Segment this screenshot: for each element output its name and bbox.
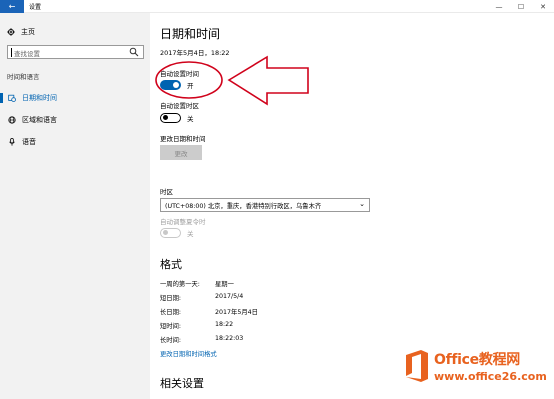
sidebar-item-label: 语音 <box>22 138 36 146</box>
format-row: 一周的第一天: 星期一 <box>160 279 234 288</box>
sidebar: 主页 查找设置 时间和语言 日期和时间 区域和语言 语音 <box>0 13 150 399</box>
timezone-value: (UTC+08:00) 北京，重庆，香港特别行政区，乌鲁木齐 <box>165 203 322 210</box>
format-key: 长日期: <box>160 309 182 316</box>
related-settings-title: 相关设置 <box>160 377 204 390</box>
format-key: 一周的第一天: <box>160 281 200 288</box>
search-icon <box>129 47 139 57</box>
page-title: 日期和时间 <box>160 27 221 41</box>
sidebar-item-date-time[interactable]: 日期和时间 <box>0 91 150 105</box>
close-icon: ✕ <box>540 2 546 11</box>
format-value: 18:22:03 <box>215 335 244 342</box>
microphone-icon <box>9 138 15 146</box>
dst-state: 关 <box>187 230 194 238</box>
format-key: 短时间: <box>160 323 182 330</box>
auto-timezone-label: 自动设置时区 <box>160 102 199 110</box>
calendar-clock-icon <box>8 94 16 102</box>
auto-timezone-state: 关 <box>187 115 194 123</box>
sidebar-item-speech[interactable]: 语音 <box>0 135 150 149</box>
title-bar: ← 设置 — ☐ ✕ <box>0 0 554 13</box>
timezone-dropdown[interactable]: (UTC+08:00) 北京，重庆，香港特别行政区，乌鲁木齐 ⌄ <box>160 198 370 212</box>
auto-timezone-row: 关 <box>160 113 194 123</box>
office-logo-icon <box>406 350 428 382</box>
dst-toggle[interactable] <box>160 228 181 238</box>
format-value: 2017年5月4日 <box>215 309 258 316</box>
format-row: 短时间: 18:22 <box>160 321 233 330</box>
toggle-knob <box>173 82 179 88</box>
maximize-icon: ☐ <box>517 2 525 11</box>
format-row: 短日期: 2017/5/4 <box>160 293 243 302</box>
format-value: 星期一 <box>215 281 234 288</box>
text-caret <box>11 48 12 57</box>
auto-time-label: 自动设置时间 <box>160 70 199 78</box>
search-input[interactable]: 查找设置 <box>7 45 144 59</box>
home-nav-item[interactable]: 主页 <box>7 27 35 37</box>
auto-time-toggle[interactable] <box>160 80 181 90</box>
format-value: 18:22 <box>215 321 234 328</box>
back-arrow-icon: ← <box>8 2 16 11</box>
globe-icon <box>8 116 16 124</box>
toggle-knob <box>162 115 168 120</box>
close-button[interactable]: ✕ <box>532 0 554 13</box>
change-format-link[interactable]: 更改日期和时间格式 <box>160 349 217 358</box>
minimize-icon: — <box>495 2 503 11</box>
gear-icon <box>7 28 15 36</box>
change-button[interactable]: 更改 <box>160 145 202 160</box>
watermark-brand: Office教程网 <box>434 352 520 368</box>
watermark: Office教程网 www.office26.com <box>404 347 554 397</box>
format-key: 长时间: <box>160 337 182 344</box>
maximize-button[interactable]: ☐ <box>510 0 532 13</box>
timezone-label: 时区 <box>160 188 173 196</box>
search-placeholder: 查找设置 <box>14 50 40 58</box>
format-row: 长时间: 18:22:03 <box>160 335 243 344</box>
chevron-down-icon: ⌄ <box>359 200 365 208</box>
section-label: 时间和语言 <box>7 73 40 81</box>
format-title: 格式 <box>160 258 182 271</box>
main-content: 日期和时间 2017年5月4日，18:22 自动设置时间 开 自动设置时区 关 … <box>150 13 554 399</box>
home-label: 主页 <box>21 28 35 36</box>
format-row: 长日期: 2017年5月4日 <box>160 307 258 316</box>
sidebar-item-label: 区域和语言 <box>22 116 57 124</box>
dst-row: 关 <box>160 228 194 238</box>
format-key: 短日期: <box>160 295 182 302</box>
toggle-knob <box>162 230 168 235</box>
dst-label: 自动调整夏令时 <box>160 218 206 226</box>
sidebar-item-label: 日期和时间 <box>22 94 57 102</box>
auto-timezone-toggle[interactable] <box>160 113 181 123</box>
sidebar-item-region-language[interactable]: 区域和语言 <box>0 113 150 127</box>
minimize-button[interactable]: — <box>488 0 510 13</box>
current-datetime: 2017年5月4日，18:22 <box>160 49 230 57</box>
auto-time-row: 开 <box>160 80 194 90</box>
change-datetime-label: 更改日期和时间 <box>160 135 206 143</box>
watermark-url: www.office26.com <box>434 370 547 383</box>
format-value: 2017/5/4 <box>215 293 244 300</box>
auto-time-state: 开 <box>187 82 194 90</box>
window-title: 设置 <box>29 4 42 11</box>
back-button[interactable]: ← <box>0 0 24 13</box>
